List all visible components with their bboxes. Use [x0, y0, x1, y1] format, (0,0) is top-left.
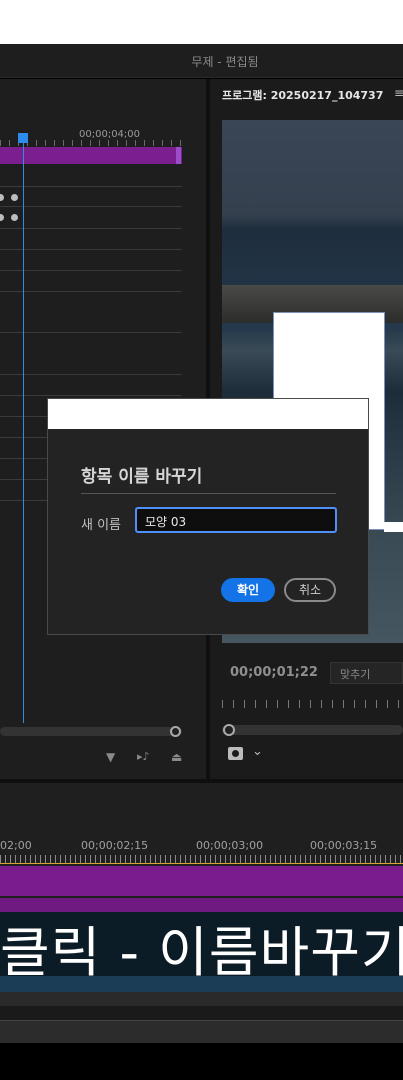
- panel-menu-icon[interactable]: ≡: [394, 86, 403, 100]
- divider-line: [0, 206, 182, 207]
- keyframe-icon[interactable]: [11, 194, 18, 201]
- playhead-line[interactable]: [23, 143, 24, 723]
- dialog-divider: [81, 493, 336, 494]
- divider-line: [0, 186, 182, 187]
- work-area-bar[interactable]: [0, 863, 403, 864]
- ok-button[interactable]: 확인: [221, 578, 275, 602]
- timeline-ruler[interactable]: [0, 855, 403, 863]
- new-name-input[interactable]: [135, 507, 337, 533]
- window-title: 무제 - 편집됨: [191, 55, 259, 69]
- effect-controls-scrollbar[interactable]: [0, 727, 182, 736]
- program-timecode[interactable]: 00;00;01;22: [230, 665, 318, 680]
- ruler-label: 00;00;03;00: [196, 839, 264, 852]
- effect-controls-timecode: 00;00;04;00: [79, 129, 141, 140]
- timeline-track[interactable]: [0, 992, 403, 1006]
- program-scrollbar[interactable]: [222, 725, 403, 735]
- ruler-label: 00;00;03;15: [310, 839, 378, 852]
- scrollbar-handle[interactable]: [223, 724, 235, 736]
- cancel-button[interactable]: 취소: [284, 578, 336, 602]
- divider-line: [0, 249, 182, 250]
- divider-line: [0, 332, 182, 333]
- export-icon[interactable]: ⏏: [171, 750, 182, 764]
- chevron-down-icon[interactable]: ⌄: [252, 744, 263, 759]
- clip-end-handle[interactable]: [176, 147, 181, 164]
- camera-icon[interactable]: [228, 747, 243, 760]
- divider-line: [0, 374, 182, 375]
- shape-white-rectangle-edge: [384, 522, 403, 532]
- divider-line: [0, 395, 182, 396]
- timeline-track[interactable]: [0, 1006, 403, 1020]
- filter-icon[interactable]: ▼: [106, 750, 115, 764]
- play-audio-icon[interactable]: ▸♪: [137, 750, 150, 763]
- ruler-label: 02;00: [0, 839, 32, 852]
- new-name-label: 새 이름: [81, 518, 122, 533]
- dialog-header[interactable]: [48, 399, 368, 429]
- divider-line: [0, 228, 182, 229]
- overlay-caption: 클릭 - 이름바꾸기: [0, 921, 403, 984]
- effect-controls-clip-bar[interactable]: [0, 147, 182, 164]
- timeline-track[interactable]: [0, 1020, 403, 1043]
- playhead-handle[interactable]: [18, 133, 28, 143]
- program-monitor-title[interactable]: 프로그램: 20250217_104737: [222, 87, 383, 103]
- ruler-label: 00;00;02;15: [81, 839, 149, 852]
- fit-zoom-select[interactable]: 맞추기: [330, 662, 403, 684]
- top-blank-area: [0, 0, 403, 44]
- timeline-clip[interactable]: [0, 866, 403, 896]
- divider-line: [0, 270, 182, 271]
- dialog-title: 항목 이름 바꾸기: [81, 467, 203, 487]
- keyframe-icon[interactable]: [11, 214, 18, 221]
- divider-line: [0, 291, 182, 292]
- scrollbar-handle[interactable]: [170, 726, 181, 737]
- program-ruler[interactable]: [222, 700, 403, 708]
